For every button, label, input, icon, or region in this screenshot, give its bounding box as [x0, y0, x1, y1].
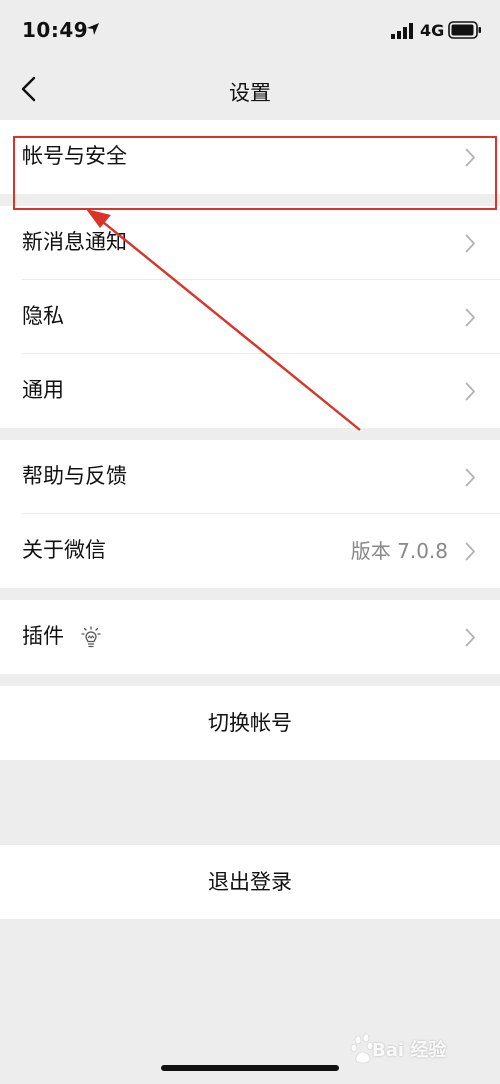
switch-account-label: 切换帐号 — [208, 711, 292, 735]
nav-bar: 设置 — [0, 62, 500, 120]
chevron-right-icon — [465, 234, 475, 253]
location-arrow-icon — [87, 23, 99, 35]
notification-privacy-group: 新消息通知 隐私 通用 — [0, 206, 500, 428]
settings-item-plugins[interactable]: 插件 — [0, 600, 500, 674]
lightbulb-icon — [81, 626, 101, 648]
settings-item-label: 帮助与反馈 — [22, 464, 127, 488]
plugins-group: 插件 — [0, 600, 500, 674]
chevron-right-icon — [465, 382, 475, 401]
watermark-text: Bai 经验 — [372, 1040, 447, 1061]
version-value: 版本 7.0.8 — [350, 539, 448, 563]
logout-label: 退出登录 — [208, 870, 292, 894]
status-time: 10:49 — [22, 18, 89, 42]
switch-account-button[interactable]: 切换帐号 — [0, 686, 500, 760]
network-type: 4G — [420, 21, 445, 40]
signal-strength-icon — [391, 23, 413, 39]
settings-item-label: 新消息通知 — [22, 230, 127, 254]
annotation-highlight-box — [13, 136, 497, 210]
settings-item-help-feedback[interactable]: 帮助与反馈 — [0, 440, 500, 514]
settings-item-privacy[interactable]: 隐私 — [0, 280, 500, 354]
logout-button[interactable]: 退出登录 — [0, 845, 500, 919]
chevron-right-icon — [465, 628, 475, 647]
settings-item-label: 关于微信 — [22, 538, 106, 562]
settings-item-label: 通用 — [22, 378, 64, 402]
page-title: 设置 — [229, 81, 271, 105]
settings-item-new-message-notification[interactable]: 新消息通知 — [0, 206, 500, 280]
help-about-group: 帮助与反馈 关于微信 版本 7.0.8 — [0, 440, 500, 588]
settings-item-general[interactable]: 通用 — [0, 354, 500, 428]
chevron-right-icon — [465, 542, 475, 561]
chevron-right-icon — [465, 468, 475, 487]
home-indicator[interactable] — [161, 1065, 339, 1071]
status-bar: 10:49 4G — [0, 0, 500, 62]
battery-icon — [448, 21, 481, 39]
chevron-right-icon — [465, 308, 475, 327]
settings-item-label: 插件 — [22, 624, 64, 648]
settings-item-about-wechat[interactable]: 关于微信 版本 7.0.8 — [0, 514, 500, 588]
settings-item-label: 隐私 — [22, 304, 64, 328]
